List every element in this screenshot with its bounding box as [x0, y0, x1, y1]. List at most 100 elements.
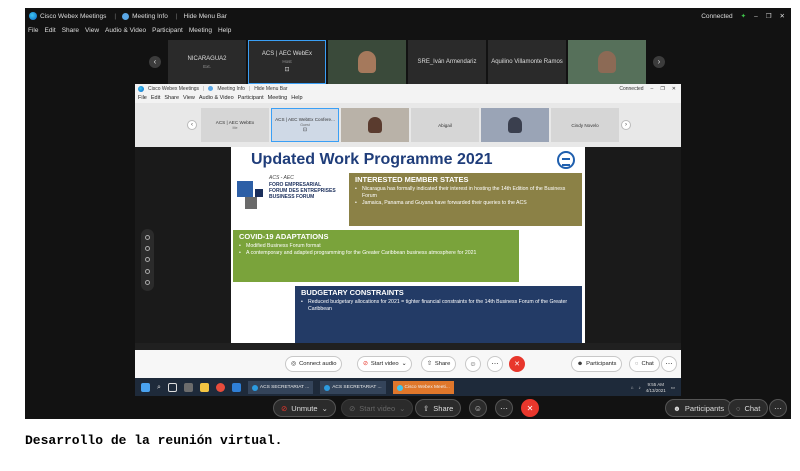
inner-meeting-info[interactable]: Meeting Info: [217, 86, 245, 92]
inner-menu-file[interactable]: File: [138, 95, 147, 101]
inner-share-button[interactable]: ⇧ Share: [421, 356, 457, 372]
network-icon[interactable]: ⌂: [631, 385, 634, 390]
participant-tile-video[interactable]: [328, 40, 406, 84]
chat-button[interactable]: ◌ Chat: [728, 399, 769, 417]
menu-audio-video[interactable]: Audio & Video: [105, 27, 146, 34]
outer-connection-status: Connected: [701, 12, 733, 20]
participant-name: NICARAGUA2: [187, 55, 227, 62]
inner-chat-button[interactable]: ◌ Chat: [629, 356, 660, 372]
participant-video-thumbnail: [368, 117, 382, 133]
inner-participants-button[interactable]: ☻ Participants: [571, 356, 623, 372]
inner-participant-tile[interactable]: Abigail: [411, 108, 479, 142]
menu-edit[interactable]: Edit: [44, 27, 55, 34]
inner-start-video-button[interactable]: ⊘ Start video ⌄: [357, 356, 413, 372]
inner-participant-tile[interactable]: ACS | AEC WebEx Me: [201, 108, 269, 142]
webex-logo-icon: [29, 12, 37, 20]
taskbar-app-button[interactable]: ACS SECRETARIAT ...: [247, 381, 314, 394]
share-screen-icon: ⊡: [302, 127, 308, 133]
mail-icon[interactable]: [231, 383, 241, 392]
participant-tile-video[interactable]: [568, 40, 646, 84]
menu-help[interactable]: Help: [218, 27, 231, 34]
participant-role: Host: [282, 59, 292, 64]
inner-menu-share[interactable]: Share: [164, 95, 179, 101]
start-video-button[interactable]: ⊘ Start video ⌄: [341, 399, 414, 417]
interested-member-states-box: INTERESTED MEMBER STATES Nicaragua has f…: [349, 173, 582, 226]
inner-more-panels-button[interactable]: ⋯: [661, 356, 677, 372]
zoom-out-icon[interactable]: [145, 268, 150, 274]
leave-meeting-button[interactable]: ✕: [509, 356, 525, 372]
unmute-button[interactable]: ⊘ Unmute ⌄: [273, 399, 336, 417]
participant-name: SRE_Iván Armendariz: [417, 59, 477, 65]
volume-icon[interactable]: ♪: [638, 385, 640, 390]
reactions-button[interactable]: ☺: [469, 399, 487, 417]
budgetary-constraints-box: BUDGETARY CONSTRAINTS Reduced budgetary …: [295, 286, 582, 343]
inner-menu-audio-video[interactable]: Audio & Video: [199, 95, 234, 101]
annotation-toolbar: [141, 229, 154, 291]
webex-logo-icon: [396, 384, 403, 391]
inner-maximize-button[interactable]: ❐: [660, 86, 664, 92]
inner-connection-status: Connected: [619, 85, 644, 92]
menu-share[interactable]: Share: [62, 27, 79, 34]
inner-title-bar: Cisco Webex Meetings | Meeting Info | Hi…: [135, 84, 681, 93]
participant-tile[interactable]: NICARAGUA2 Ext.: [168, 40, 246, 84]
outer-title-bar: Cisco Webex Meetings | Meeting Info | Hi…: [25, 8, 791, 24]
minimize-button[interactable]: –: [754, 13, 758, 20]
inner-participant-tile-active[interactable]: ACS | AEC WebEx Confere... Guest ⊡: [271, 108, 339, 142]
participant-tile-active[interactable]: ACS | AEC WebEx Host ⊡: [248, 40, 326, 84]
zoom-in-icon[interactable]: [145, 257, 150, 263]
inner-close-button[interactable]: ✕: [672, 86, 676, 92]
file-explorer-icon[interactable]: [199, 383, 209, 392]
inner-hide-menu-bar[interactable]: Hide Menu Bar: [254, 86, 287, 92]
inner-participant-tile[interactable]: Cindy Novelo: [551, 108, 619, 142]
inner-minimize-button[interactable]: –: [651, 86, 654, 92]
notification-icon[interactable]: ▭: [671, 385, 675, 391]
clock[interactable]: 9:55 AM 4/13/2021: [646, 382, 666, 394]
participant-tile[interactable]: SRE_Iván Armendariz: [408, 40, 486, 84]
close-button[interactable]: ✕: [780, 12, 785, 20]
connect-audio-button[interactable]: ◎ Connect audio: [285, 356, 343, 372]
menu-view[interactable]: View: [85, 27, 99, 34]
store-icon[interactable]: [183, 383, 193, 392]
chevron-down-icon: ⌄: [399, 403, 406, 413]
pen-tool-icon[interactable]: [145, 246, 150, 252]
strip-prev-button[interactable]: ‹: [149, 56, 161, 68]
taskbar-app-button-webex[interactable]: Cisco Webex Meeti...: [392, 381, 454, 394]
menu-meeting[interactable]: Meeting: [189, 27, 212, 34]
pointer-tool-icon[interactable]: [145, 235, 150, 241]
outer-hide-menu-bar[interactable]: Hide Menu Bar: [184, 13, 227, 20]
leave-meeting-button[interactable]: ✕: [521, 399, 539, 417]
webex-logo-icon: [138, 85, 144, 92]
more-options-button[interactable]: ⋯: [487, 356, 503, 372]
maximize-button[interactable]: ❐: [766, 12, 772, 20]
participant-video-thumbnail: [358, 51, 376, 73]
menu-file[interactable]: File: [28, 27, 38, 34]
inner-menu-edit[interactable]: Edit: [151, 95, 160, 101]
reactions-button[interactable]: ☺: [465, 356, 481, 372]
strip-next-button[interactable]: ›: [653, 56, 665, 68]
taskbar-app-button[interactable]: ACS SECRETARIAT ...: [320, 381, 386, 394]
inner-menu-view[interactable]: View: [183, 95, 195, 101]
inner-strip-prev-button[interactable]: ‹: [187, 120, 197, 130]
windows-start-icon[interactable]: [141, 383, 150, 392]
more-options-button[interactable]: ⋯: [495, 399, 513, 417]
task-view-icon[interactable]: [167, 383, 177, 392]
video-off-icon: ⊘: [363, 361, 368, 367]
outer-meeting-info[interactable]: Meeting Info: [122, 12, 168, 20]
inner-strip-next-button[interactable]: ›: [621, 120, 631, 130]
participant-video-thumbnail: [598, 51, 616, 73]
inner-menu-help[interactable]: Help: [291, 95, 302, 101]
more-panels-button[interactable]: ⋯: [769, 399, 787, 417]
chat-icon: ◌: [635, 361, 639, 367]
participant-tile[interactable]: Aquilino Villamonte Ramos: [488, 40, 566, 84]
inner-participant-tile-video[interactable]: [341, 108, 409, 142]
chrome-icon[interactable]: [215, 383, 225, 392]
inner-menu-participant[interactable]: Participant: [238, 95, 264, 101]
inner-participant-tile-video[interactable]: [481, 108, 549, 142]
menu-participant[interactable]: Participant: [152, 27, 183, 34]
search-icon[interactable]: ⌕: [157, 384, 161, 392]
share-icon: ⇧: [427, 361, 432, 367]
share-button[interactable]: ⇧ Share: [415, 399, 462, 417]
participants-button[interactable]: ☻ Participants: [665, 399, 733, 417]
inner-menu-meeting[interactable]: Meeting: [268, 95, 288, 101]
fit-icon[interactable]: [145, 279, 150, 285]
